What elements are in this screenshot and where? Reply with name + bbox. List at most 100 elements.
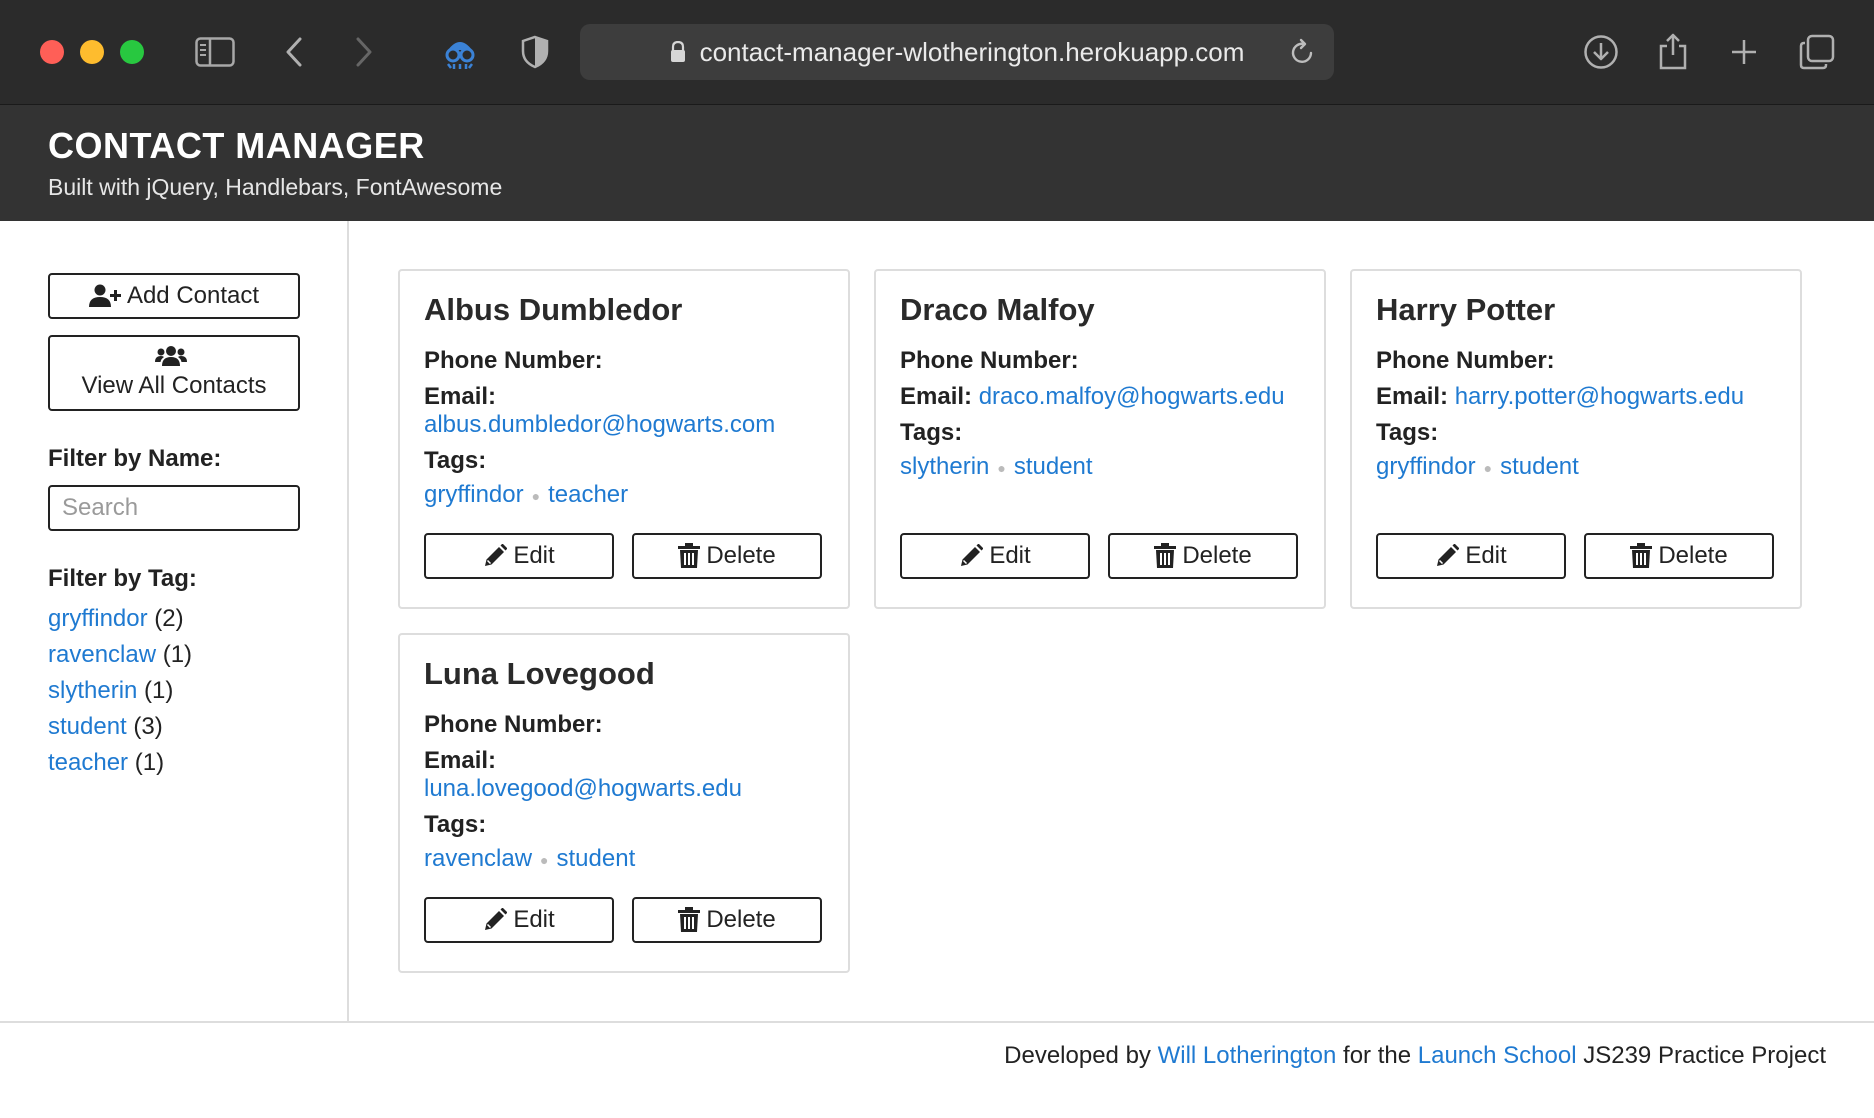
edit-label: Edit bbox=[513, 906, 555, 933]
filter-by-tag-label: Filter by Tag: bbox=[48, 565, 197, 592]
tag-link[interactable]: ravenclaw bbox=[424, 845, 532, 872]
edit-label: Edit bbox=[989, 542, 1031, 569]
pencil-icon bbox=[1435, 544, 1460, 568]
browser-toolbar: contact-manager-wlotherington.herokuapp.… bbox=[0, 0, 1874, 105]
card-actions: Edit Delete bbox=[424, 897, 822, 943]
email-row: Email: albus.dumbledor@hogwarts.com bbox=[424, 383, 824, 439]
author-link[interactable]: Will Lotherington bbox=[1158, 1042, 1337, 1069]
email-row: Email: draco.malfoy@hogwarts.edu bbox=[900, 383, 1300, 411]
tag-filter-item: teacher (1) bbox=[48, 745, 299, 781]
contact-name: Draco Malfoy bbox=[900, 292, 1095, 327]
email-label: Email: bbox=[900, 383, 973, 411]
delete-button[interactable]: Delete bbox=[632, 897, 822, 943]
email-row: Email: harry.potter@hogwarts.edu bbox=[1376, 383, 1776, 411]
email-link[interactable]: albus.dumbledor@hogwarts.com bbox=[424, 411, 775, 438]
forward-icon[interactable] bbox=[352, 30, 376, 74]
tags-label: Tags: bbox=[1376, 419, 1439, 447]
tag-count: (2) bbox=[154, 605, 184, 632]
address-bar[interactable]: contact-manager-wlotherington.herokuapp.… bbox=[580, 24, 1334, 80]
users-icon bbox=[155, 345, 187, 367]
back-icon[interactable] bbox=[282, 30, 306, 74]
tag-separator: ● bbox=[531, 487, 541, 504]
delete-label: Delete bbox=[1182, 542, 1252, 569]
tab-overview-icon[interactable] bbox=[1798, 30, 1836, 74]
sidebar-toggle-icon[interactable] bbox=[194, 30, 236, 74]
email-link[interactable]: harry.potter@hogwarts.edu bbox=[1455, 383, 1744, 410]
phone-label: Phone Number: bbox=[424, 347, 603, 375]
edit-button[interactable]: Edit bbox=[900, 533, 1090, 579]
delete-button[interactable]: Delete bbox=[1108, 533, 1298, 579]
sidebar: Add Contact View All Contacts Filter by … bbox=[0, 221, 349, 1021]
card-actions: Edit Delete bbox=[900, 533, 1298, 579]
email-label: Email: bbox=[424, 747, 497, 775]
trash-icon bbox=[678, 907, 701, 933]
search-input[interactable] bbox=[48, 485, 300, 531]
phone-row: Phone Number: bbox=[424, 347, 824, 375]
tags-row: gryffindor ● student bbox=[1376, 453, 1776, 482]
email-row: Email: luna.lovegood@hogwarts.edu bbox=[424, 747, 824, 803]
tag-filter-link-teacher[interactable]: teacher bbox=[48, 749, 128, 776]
shield-icon[interactable] bbox=[520, 30, 550, 74]
tag-link[interactable]: student bbox=[1500, 453, 1579, 480]
tag-count: (1) bbox=[134, 749, 165, 776]
tag-link[interactable]: student bbox=[1014, 453, 1093, 480]
add-contact-label: Add Contact bbox=[126, 282, 260, 309]
tag-filter-item: gryffindor (2) bbox=[48, 601, 299, 637]
tag-link[interactable]: gryffindor bbox=[424, 481, 524, 508]
footer-middle: for the bbox=[1343, 1042, 1412, 1069]
delete-label: Delete bbox=[1658, 542, 1728, 569]
edit-button[interactable]: Edit bbox=[1376, 533, 1566, 579]
tag-separator: ● bbox=[1483, 459, 1493, 476]
tag-link[interactable]: student bbox=[557, 845, 636, 872]
email-link[interactable]: luna.lovegood@hogwarts.edu bbox=[424, 775, 742, 802]
app-title: CONTACT MANAGER bbox=[48, 125, 425, 166]
share-icon[interactable] bbox=[1656, 30, 1690, 74]
tag-filter-item: ravenclaw (1) bbox=[48, 637, 299, 673]
tag-separator: ● bbox=[540, 851, 549, 868]
downloads-icon[interactable] bbox=[1582, 30, 1620, 74]
close-window-button[interactable] bbox=[40, 40, 64, 64]
app-header: CONTACT MANAGER Built with jQuery, Handl… bbox=[0, 105, 1874, 221]
view-all-contacts-button[interactable]: View All Contacts bbox=[48, 335, 300, 411]
edit-button[interactable]: Edit bbox=[424, 533, 614, 579]
phone-label: Phone Number: bbox=[900, 347, 1079, 375]
tag-separator: ● bbox=[997, 459, 1006, 476]
minimize-window-button[interactable] bbox=[80, 40, 104, 64]
lock-icon bbox=[670, 41, 686, 63]
delete-label: Delete bbox=[706, 542, 776, 569]
reload-icon[interactable] bbox=[1290, 38, 1316, 71]
card-actions: Edit Delete bbox=[1376, 533, 1774, 579]
tag-filter-item: student (3) bbox=[48, 709, 299, 745]
tag-link[interactable]: slytherin bbox=[900, 453, 989, 480]
phone-row: Phone Number: bbox=[424, 711, 824, 739]
tags-row: ravenclaw ● student bbox=[424, 845, 824, 874]
school-link[interactable]: Launch School bbox=[1418, 1042, 1577, 1069]
email-link[interactable]: draco.malfoy@hogwarts.edu bbox=[979, 383, 1285, 410]
pencil-icon bbox=[959, 544, 984, 568]
privacy-report-icon[interactable] bbox=[440, 30, 480, 74]
tag-filter-link-slytherin[interactable]: slytherin bbox=[48, 677, 137, 704]
tag-count: (1) bbox=[144, 677, 174, 704]
tag-count: (1) bbox=[162, 641, 193, 668]
tags-label: Tags: bbox=[424, 447, 487, 475]
tag-count: (3) bbox=[133, 713, 163, 740]
tag-filter-link-student[interactable]: student bbox=[48, 713, 127, 740]
delete-label: Delete bbox=[706, 906, 776, 933]
phone-row: Phone Number: bbox=[1376, 347, 1776, 375]
edit-button[interactable]: Edit bbox=[424, 897, 614, 943]
tag-link[interactable]: teacher bbox=[548, 481, 628, 508]
delete-button[interactable]: Delete bbox=[1584, 533, 1774, 579]
zoom-window-button[interactable] bbox=[120, 40, 144, 64]
new-tab-icon[interactable] bbox=[1728, 30, 1760, 74]
footer-suffix: JS239 Practice Project bbox=[1583, 1042, 1826, 1069]
filter-by-name-label: Filter by Name: bbox=[48, 445, 222, 472]
tags-row: slytherin ● student bbox=[900, 453, 1300, 482]
contact-name: Albus Dumbledor bbox=[424, 292, 683, 327]
delete-button[interactable]: Delete bbox=[632, 533, 822, 579]
contact-card: Luna Lovegood Phone Number: Email: luna.l… bbox=[398, 633, 850, 973]
tag-link[interactable]: gryffindor bbox=[1376, 453, 1476, 480]
tag-filter-link-gryffindor[interactable]: gryffindor bbox=[48, 605, 148, 632]
add-contact-button[interactable]: Add Contact bbox=[48, 273, 300, 319]
tag-filter-link-ravenclaw[interactable]: ravenclaw bbox=[48, 641, 156, 668]
contact-card: Albus Dumbledor Phone Number: Email: albu… bbox=[398, 269, 850, 609]
